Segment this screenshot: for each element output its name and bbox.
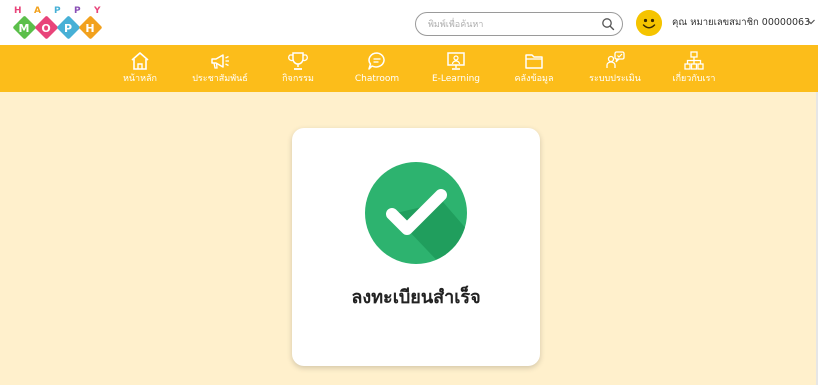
nav-label: ระบบประเมิน	[589, 74, 641, 84]
nav-label: กิจกรรม	[282, 74, 314, 84]
nav-item-data-library[interactable]: คลังข้อมูล	[508, 48, 560, 90]
logo-letter: P	[54, 6, 61, 16]
nav-label: E-Learning	[431, 74, 480, 84]
main-navigation: หน้าหลัก ประชาสัมพันธ์ กิจกรรม Chatroom	[0, 45, 818, 92]
logo-letter: Y	[94, 6, 101, 16]
nav-label: Chatroom	[354, 74, 400, 84]
logo-diamonds: M O P H	[12, 15, 103, 41]
trophy-icon	[288, 52, 308, 70]
main-content: ลงทะเบียนสำเร็จ	[0, 92, 818, 385]
header: H A P P Y M O P H คุณ หมายเลขสมาชิก 0000…	[0, 0, 818, 45]
logo-letter: A	[34, 6, 41, 16]
nav-label: เกี่ยวกับเรา	[672, 74, 716, 84]
megaphone-icon	[211, 54, 229, 69]
nav-item-announcements[interactable]: ประชาสัมพันธ์	[185, 48, 255, 90]
happy-moph-logo[interactable]: H A P P Y M O P H	[12, 6, 103, 42]
nav-item-evaluation[interactable]: ระบบประเมิน	[582, 48, 648, 90]
logo-letters: H A P P Y	[12, 6, 102, 16]
nav-label: คลังข้อมูล	[514, 74, 554, 84]
success-message: ลงทะเบียนสำเร็จ	[351, 287, 481, 308]
nav-item-e-learning[interactable]: E-Learning	[427, 48, 485, 90]
check-circle-icon	[365, 162, 467, 264]
avatar-smiley-icon[interactable]	[636, 10, 662, 36]
nav-item-about-us[interactable]: เกี่ยวกับเรา	[666, 48, 722, 90]
folder-icon	[525, 54, 543, 69]
nav-item-home[interactable]: หน้าหลัก	[115, 48, 165, 90]
home-icon	[131, 52, 149, 70]
logo-diamond-label: M	[18, 22, 30, 35]
nav-item-activities[interactable]: กิจกรรม	[275, 48, 321, 90]
logo-diamond-label: O	[41, 22, 51, 35]
search-icon[interactable]	[601, 17, 615, 31]
nav-label: หน้าหลัก	[122, 74, 158, 84]
logo-letter: H	[14, 6, 22, 16]
sitemap-icon	[684, 51, 704, 70]
logo-diamond-label: P	[63, 22, 73, 35]
search-box	[415, 12, 623, 36]
chat-icon	[368, 52, 385, 70]
evaluation-icon	[606, 51, 625, 68]
logo-letter: P	[74, 6, 81, 16]
user-name[interactable]: คุณ หมายเลขสมาชิก 00000063	[672, 14, 810, 32]
search-input[interactable]	[426, 15, 600, 35]
nav-label: ประชาสัมพันธ์	[192, 74, 248, 84]
success-card: ลงทะเบียนสำเร็จ	[292, 128, 540, 366]
chevron-down-icon[interactable]	[806, 17, 816, 27]
nav-item-chatroom[interactable]: Chatroom	[348, 48, 406, 90]
logo-diamond-label: H	[85, 22, 95, 35]
elearning-icon	[447, 52, 465, 70]
